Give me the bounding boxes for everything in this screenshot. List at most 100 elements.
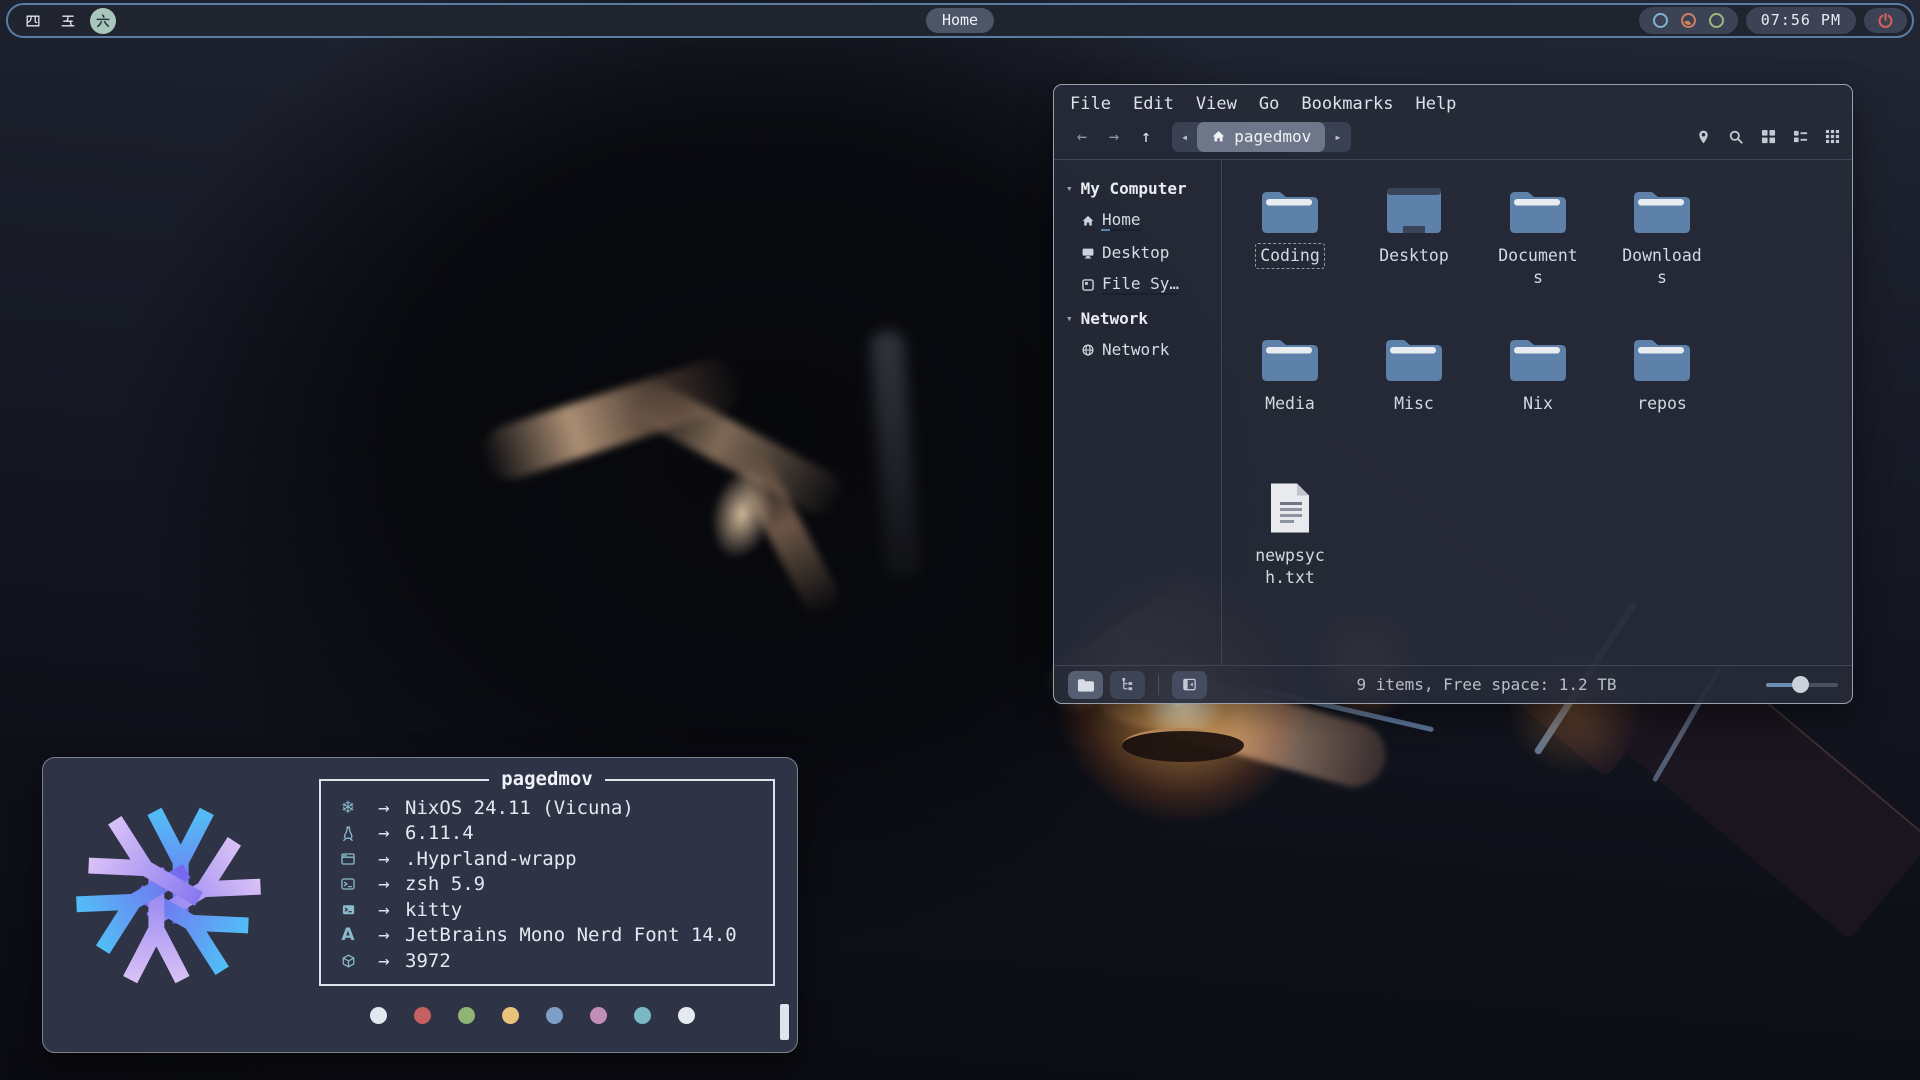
palette-dot <box>634 1007 651 1024</box>
nixos-snowflake-icon: ❄ <box>333 798 363 818</box>
arrow-icon: → <box>363 924 405 946</box>
menu-view[interactable]: View <box>1196 94 1237 114</box>
wallpaper-candle-cup <box>1122 728 1244 762</box>
sidebar-section-my-computer[interactable]: ▾ My Computer <box>1066 179 1215 198</box>
list-view-icon <box>1793 129 1808 144</box>
terminal-value: kitty <box>405 899 462 921</box>
path-scroll-right-button[interactable]: ▸ <box>1325 130 1350 144</box>
places-sidebar: ▾ My Computer Home Desktop <box>1054 160 1222 665</box>
tray-indicator-orange[interactable] <box>1681 13 1696 28</box>
file-item-desktop[interactable]: Desktop <box>1352 186 1476 334</box>
back-button[interactable]: ← <box>1066 127 1098 147</box>
file-label: repos <box>1632 391 1692 417</box>
folder-icon <box>1261 186 1319 234</box>
sidebar-item-desktop[interactable]: Desktop <box>1081 243 1215 262</box>
file-item-documents[interactable]: Documents <box>1476 186 1600 334</box>
location-pin-icon <box>1696 129 1711 145</box>
font-value: JetBrains Mono Nerd Font 14.0 <box>405 924 737 946</box>
section-label: My Computer <box>1081 179 1187 198</box>
arrow-icon: → <box>363 873 405 895</box>
fetch-row-font: A → JetBrains Mono Nerd Font 14.0 <box>333 923 765 949</box>
arrow-icon: → <box>363 899 405 921</box>
file-manager-window: File Edit View Go Bookmarks Help ← → ↑ ◂… <box>1053 84 1853 704</box>
compact-view-button[interactable] <box>1825 129 1840 144</box>
path-scroll-left-button[interactable]: ◂ <box>1172 130 1197 144</box>
menu-bookmarks[interactable]: Bookmarks <box>1301 94 1393 114</box>
palette-dot <box>678 1007 695 1024</box>
location-pin-button[interactable] <box>1696 129 1711 145</box>
wm-value: .Hyprland-wrapp <box>405 848 577 870</box>
tray-indicator-blue[interactable] <box>1653 13 1668 28</box>
path-segment-label: pagedmov <box>1234 127 1311 146</box>
arrow-icon: → <box>363 822 405 844</box>
workspace-5-button[interactable] <box>55 8 81 34</box>
expander-icon: ▾ <box>1066 182 1073 195</box>
menu-file[interactable]: File <box>1070 94 1111 114</box>
file-grid: Coding Desktop Documents <box>1222 160 1852 665</box>
terminal-scrollbar[interactable] <box>780 1004 789 1040</box>
linux-penguin-icon <box>333 825 363 842</box>
fetch-row-packages: → 3972 <box>333 948 765 974</box>
sidebar-section-network[interactable]: ▾ Network <box>1066 309 1215 328</box>
icon-view-button[interactable] <box>1761 129 1776 144</box>
list-view-button[interactable] <box>1793 129 1808 144</box>
workspace-4-button[interactable] <box>20 8 46 34</box>
clock[interactable]: 07:56 PM <box>1746 7 1856 34</box>
menu-help[interactable]: Help <box>1415 94 1456 114</box>
sidebar-item-network[interactable]: Network <box>1081 340 1215 359</box>
arrow-icon: → <box>363 848 405 870</box>
divider <box>1158 675 1159 695</box>
up-button[interactable]: ↑ <box>1130 127 1162 147</box>
terminal-window: pagedmov ❄ → NixOS 24.11 (Vicuna) → 6.11… <box>42 757 798 1053</box>
folder-pane-icon <box>1077 677 1094 692</box>
power-button[interactable] <box>1864 8 1907 33</box>
file-item-coding[interactable]: Coding <box>1228 186 1352 334</box>
forward-button[interactable]: → <box>1098 127 1130 147</box>
file-label: Nix <box>1518 391 1558 417</box>
file-item-downloads[interactable]: Downloads <box>1600 186 1724 334</box>
search-button[interactable] <box>1728 129 1744 145</box>
fetch-row-os: ❄ → NixOS 24.11 (Vicuna) <box>333 795 765 821</box>
fetch-row-terminal: → kitty <box>333 897 765 923</box>
places-pane-button[interactable] <box>1068 671 1103 699</box>
side-pane-icon <box>1182 677 1197 692</box>
bar-right-modules: 07:56 PM <box>1639 7 1907 34</box>
workspace-6-button-active[interactable] <box>90 8 116 34</box>
sidebar-item-label: Network <box>1102 340 1169 359</box>
zoom-slider[interactable] <box>1766 676 1838 694</box>
fetch-row-shell: → zsh 5.9 <box>333 872 765 898</box>
menu-go[interactable]: Go <box>1259 94 1279 114</box>
section-label: Network <box>1081 309 1148 328</box>
side-pane-toggle-button[interactable] <box>1172 671 1207 699</box>
file-item-newpsych-txt[interactable]: newpsych.txt <box>1228 482 1352 630</box>
sidebar-item-home[interactable]: Home <box>1081 210 1215 231</box>
file-item-repos[interactable]: repos <box>1600 334 1724 482</box>
file-label: Downloads <box>1615 243 1709 291</box>
desktop-folder-icon <box>1386 186 1442 234</box>
file-label: Media <box>1260 391 1320 417</box>
menubar: File Edit View Go Bookmarks Help <box>1054 85 1852 118</box>
tree-pane-button[interactable] <box>1110 671 1145 699</box>
file-item-misc[interactable]: Misc <box>1352 334 1476 482</box>
shell-value: zsh 5.9 <box>405 873 485 895</box>
file-label: Misc <box>1389 391 1439 417</box>
folder-icon <box>1633 186 1691 234</box>
sidebar-item-filesystem[interactable]: File Sy… <box>1081 274 1215 295</box>
slider-knob[interactable] <box>1792 676 1809 693</box>
globe-icon <box>1081 343 1095 357</box>
sidebar-item-label: Desktop <box>1102 243 1169 262</box>
file-item-nix[interactable]: Nix <box>1476 334 1600 482</box>
tray-indicator-green[interactable] <box>1709 13 1724 28</box>
icon-view-icon <box>1761 129 1776 144</box>
path-segment-home[interactable]: pagedmov <box>1197 122 1325 152</box>
os-value: NixOS 24.11 (Vicuna) <box>405 797 634 819</box>
palette-dot <box>590 1007 607 1024</box>
file-item-media[interactable]: Media <box>1228 334 1352 482</box>
folder-icon <box>1633 334 1691 382</box>
kernel-value: 6.11.4 <box>405 822 474 844</box>
desktop-icon <box>1081 246 1095 260</box>
file-label: Coding <box>1255 243 1325 269</box>
status-bar-fm: 9 items, Free space: 1.2 TB <box>1054 665 1852 703</box>
file-label: Documents <box>1491 243 1585 291</box>
menu-edit[interactable]: Edit <box>1133 94 1174 114</box>
